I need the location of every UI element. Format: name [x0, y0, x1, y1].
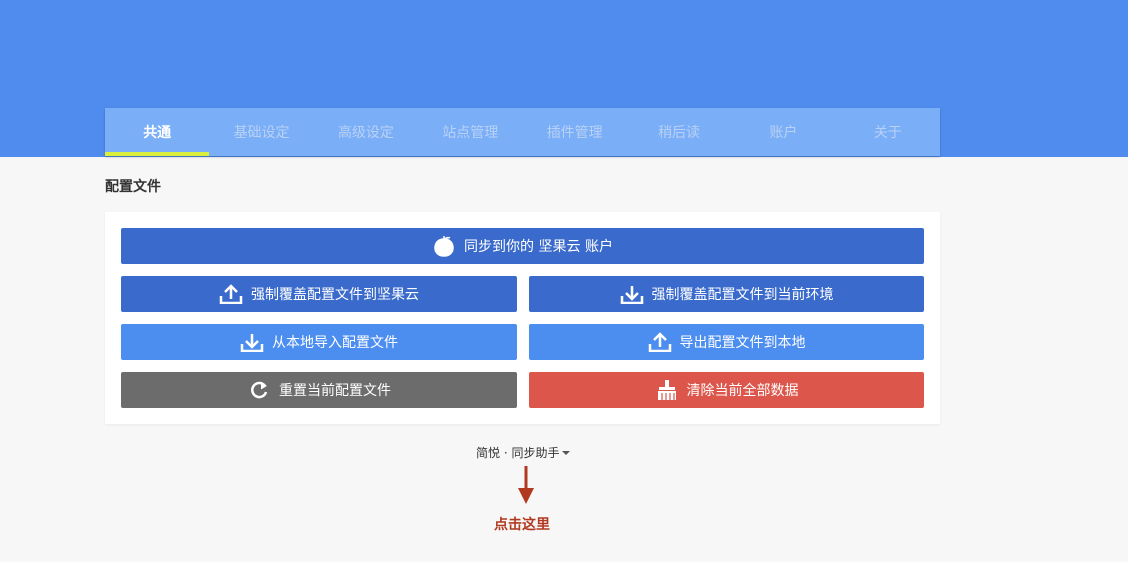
tab-label: 插件管理: [546, 125, 603, 141]
reset-config-button[interactable]: 重置当前配置文件: [121, 372, 517, 408]
tab-label: 高级设定: [337, 125, 394, 141]
sync-to-nutstore-button[interactable]: 同步到你的 坚果云 账户: [121, 228, 924, 264]
tab-common[interactable]: 共通: [105, 108, 210, 156]
force-upload-to-nutstore-button[interactable]: 强制覆盖配置文件到坚果云: [121, 276, 517, 312]
button-label: 清除当前全部数据: [686, 383, 799, 399]
menu-label: 简悦 · 同步助手: [476, 446, 560, 460]
tab-bar: 共通 基础设定 高级设定 站点管理 插件管理 稍后读 账户 关于: [105, 108, 940, 156]
caret-down-icon: [562, 451, 571, 455]
tab-advanced-settings[interactable]: 高级设定: [314, 108, 418, 156]
button-label: 从本地导入配置文件: [272, 335, 398, 351]
broom-icon: [655, 379, 679, 401]
cloud-download-icon: [240, 331, 264, 353]
button-label: 强制覆盖配置文件到坚果云: [251, 287, 419, 303]
tab-label: 共通: [143, 125, 172, 141]
button-label: 强制覆盖配置文件到当前环境: [651, 287, 834, 303]
tab-basic-settings[interactable]: 基础设定: [209, 108, 313, 156]
refresh-icon: [247, 379, 271, 401]
section-title: 配置文件: [105, 179, 161, 195]
down-arrow-icon: [518, 466, 534, 504]
tab-account[interactable]: 账户: [731, 108, 835, 156]
import-local-button[interactable]: 从本地导入配置文件: [121, 324, 517, 360]
tab-label: 关于: [873, 125, 902, 141]
annotation-hint: 点击这里: [494, 517, 550, 533]
sync-assistant-menu[interactable]: 简悦 · 同步助手: [476, 444, 571, 461]
cloud-upload-icon: [648, 331, 672, 353]
tab-label: 站点管理: [442, 125, 499, 141]
button-label: 同步到你的 坚果云 账户: [464, 239, 613, 255]
nut-icon: [432, 235, 456, 257]
tab-label: 稍后读: [658, 125, 701, 141]
cloud-upload-icon: [219, 283, 243, 305]
tab-site-management[interactable]: 站点管理: [418, 108, 522, 156]
export-local-button[interactable]: 导出配置文件到本地: [529, 324, 924, 360]
clear-all-data-button[interactable]: 清除当前全部数据: [529, 372, 924, 408]
tab-read-later[interactable]: 稍后读: [627, 108, 731, 156]
tab-label: 账户: [769, 125, 798, 141]
tab-label: 基础设定: [233, 125, 290, 141]
tab-plugin-management[interactable]: 插件管理: [523, 108, 627, 156]
button-label: 导出配置文件到本地: [679, 335, 806, 351]
button-label: 重置当前配置文件: [279, 383, 391, 399]
tab-about[interactable]: 关于: [836, 108, 940, 156]
config-file-card: 同步到你的 坚果云 账户 强制覆盖配置文件到坚果云 强制覆盖配置文件到当前环境: [105, 212, 940, 424]
force-download-to-current-button[interactable]: 强制覆盖配置文件到当前环境: [529, 276, 924, 312]
cloud-download-icon: [620, 283, 644, 305]
